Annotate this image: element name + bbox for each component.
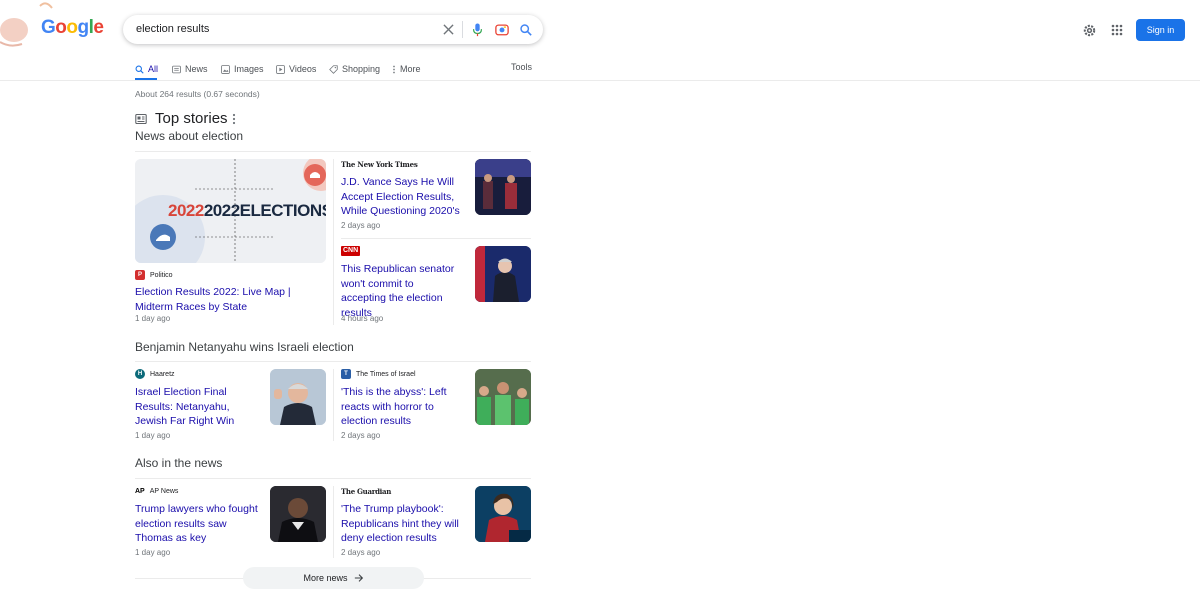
news-thumbnail <box>475 369 531 425</box>
news-time: 2 days ago <box>341 221 381 230</box>
search-divider <box>462 21 463 38</box>
divider <box>135 361 531 362</box>
search-input[interactable] <box>136 23 426 35</box>
tab-images[interactable]: Images <box>221 62 264 76</box>
section-title: Also in the news <box>135 456 223 470</box>
tab-label: News <box>185 64 208 74</box>
news-card[interactable]: CNN This Republican senator won't commit… <box>341 246 531 326</box>
news-thumbnail <box>270 486 326 542</box>
netanyahu-photo-icon <box>270 369 326 425</box>
news-thumbnail <box>475 159 531 215</box>
news-thumbnail <box>475 486 531 542</box>
settings-gear-icon[interactable] <box>1080 21 1098 39</box>
senator-photo-icon <box>475 246 531 302</box>
news-thumbnail <box>475 246 531 302</box>
news-card[interactable]: T The Times of Israel 'This is the abyss… <box>341 369 531 443</box>
news-time: 2 days ago <box>341 431 381 440</box>
tab-label: More <box>400 64 421 74</box>
tab-news[interactable]: News <box>172 62 208 76</box>
more-vert-icon[interactable] <box>229 113 239 125</box>
featured-news-card[interactable]: 20222022ELECTIONS P Politico Election Re… <box>135 159 327 327</box>
divider <box>333 369 334 441</box>
news-time: 2 days ago <box>341 548 381 557</box>
haaretz-logo-icon: H <box>135 369 145 379</box>
news-card[interactable]: AP AP News Trump lawyers who fought elec… <box>135 486 326 560</box>
featured-thumbnail: 20222022ELECTIONS <box>135 159 326 263</box>
news-icon <box>172 65 181 73</box>
newspaper-icon <box>135 113 147 124</box>
news-headline[interactable]: This Republican senator won't commit to … <box>341 262 461 320</box>
news-card[interactable]: The Guardian 'The Trump playbook': Repub… <box>341 486 531 560</box>
politico-logo-icon: P <box>135 270 145 280</box>
divider <box>341 238 531 239</box>
source-name: The Times of Israel <box>356 370 416 378</box>
arrow-right-icon <box>354 574 363 582</box>
news-card[interactable]: The New York Times J.D. Vance Says He Wi… <box>341 159 531 233</box>
section-title: News about election <box>135 129 244 143</box>
tab-videos[interactable]: Videos <box>276 62 316 76</box>
tab-all[interactable]: All <box>135 62 158 76</box>
search-icon <box>135 65 144 74</box>
more-news-button[interactable]: More news <box>243 567 424 589</box>
news-headline[interactable]: 'The Trump playbook': Republicans hint t… <box>341 502 469 546</box>
image-icon <box>221 64 230 74</box>
section-title: Benjamin Netanyahu wins Israeli election <box>135 340 354 354</box>
microphone-icon[interactable] <box>470 22 485 37</box>
google-logo[interactable]: Google <box>0 0 110 50</box>
apps-grid-icon[interactable] <box>1108 21 1126 39</box>
guardian-logo-icon: The Guardian <box>341 486 392 496</box>
tab-label: Images <box>234 64 264 74</box>
justice-photo-icon <box>270 486 326 542</box>
top-stories-title: Top stories <box>155 110 228 127</box>
sign-in-button[interactable]: Sign in <box>1136 19 1185 41</box>
header-divider <box>0 80 1200 81</box>
candidate-photo-icon <box>475 486 531 542</box>
search-icon[interactable] <box>518 22 533 37</box>
tab-label: Shopping <box>342 64 381 74</box>
video-play-icon <box>276 64 285 74</box>
source-name: Politico <box>150 271 173 279</box>
crowd-photo-icon <box>475 369 531 425</box>
more-news-label: More news <box>303 573 348 583</box>
cnn-logo-icon: CNN <box>341 246 361 256</box>
divider <box>333 486 334 558</box>
divider <box>333 159 334 325</box>
news-time: 1 day ago <box>135 548 171 557</box>
news-card[interactable]: H Haaretz Israel Election Final Results:… <box>135 369 326 443</box>
news-headline[interactable]: Israel Election Final Results: Netanyahu… <box>135 385 263 429</box>
clear-icon[interactable] <box>441 22 456 37</box>
times-of-israel-logo-icon: T <box>341 369 351 379</box>
tab-label: All <box>148 64 159 74</box>
top-stories-header: Top stories <box>135 110 228 127</box>
logo-text: Google <box>41 17 104 38</box>
news-headline[interactable]: Election Results 2022: Live Map | Midter… <box>135 285 325 314</box>
ap-logo-icon: AP <box>135 487 145 495</box>
tools-button[interactable]: Tools <box>511 62 532 72</box>
result-stats: About 264 results (0.67 seconds) <box>135 89 260 99</box>
news-headline[interactable]: 'This is the abyss': Left reacts with ho… <box>341 385 469 429</box>
news-source: P Politico <box>135 270 173 280</box>
nyt-logo-icon: The New York Times <box>341 159 418 169</box>
tab-label: Videos <box>289 64 317 74</box>
news-time: 1 day ago <box>135 314 171 323</box>
source-name: Haaretz <box>150 370 175 378</box>
source-name: AP News <box>149 487 179 495</box>
divider <box>135 478 531 479</box>
thumbnail-caption: 20222022ELECTIONS <box>168 201 326 220</box>
search-box <box>123 15 543 44</box>
news-time: 1 day ago <box>135 431 171 440</box>
news-thumbnail <box>270 369 326 425</box>
divider <box>135 151 531 152</box>
camera-lens-icon[interactable] <box>494 22 509 37</box>
tab-more[interactable]: More <box>392 62 421 76</box>
tab-shopping[interactable]: Shopping <box>329 62 380 76</box>
news-headline[interactable]: Trump lawyers who fought election result… <box>135 502 263 546</box>
news-headline[interactable]: J.D. Vance Says He Will Accept Election … <box>341 175 461 219</box>
tag-icon <box>329 64 338 74</box>
stage-photo-icon <box>475 159 531 215</box>
more-vert-icon <box>393 65 395 73</box>
news-time: 4 hours ago <box>341 314 384 323</box>
